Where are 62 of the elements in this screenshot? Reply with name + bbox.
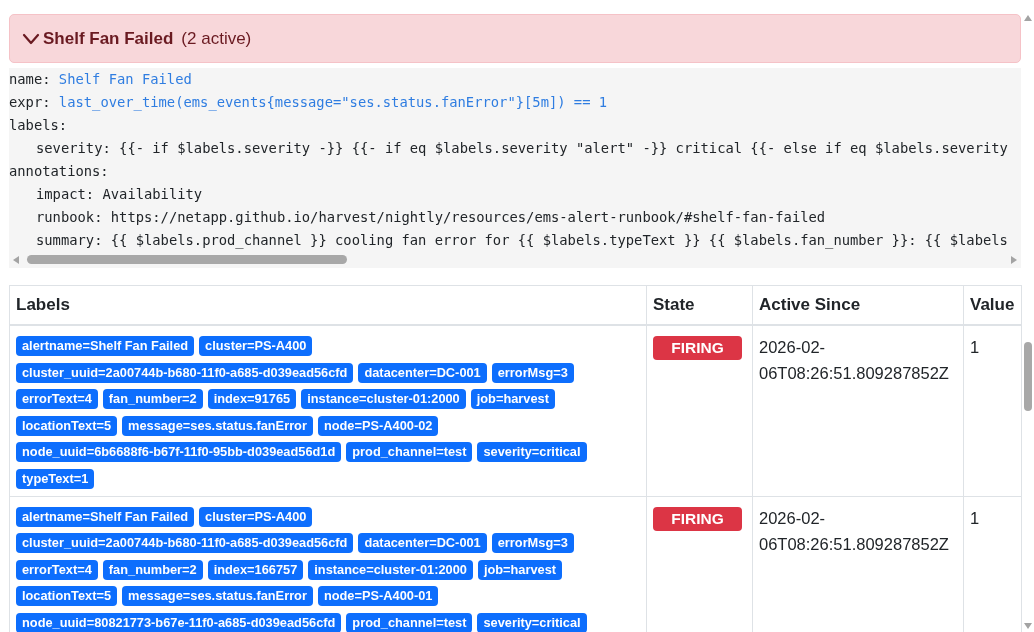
label-tag: cluster_uuid=2a00744b-b680-11f0-a685-d039ead56cfd [16, 362, 354, 383]
label-tag: fan_number=2 [102, 559, 203, 580]
scrollbar-thumb[interactable] [1024, 342, 1032, 411]
yaml-value: https://netapp.github.io/harvest/nightly/resources/ems-alert-runbook/#shelf-fan-failed [110, 209, 826, 225]
label-tag: index=91765 [207, 389, 297, 409]
label-tag: errorMsg=3 [491, 362, 574, 383]
scroll-up-icon[interactable] [1024, 15, 1032, 21]
label-tag: node_uuid=6b6688f6-b67f-11f0-95bb-d039ead56d1d [16, 442, 342, 462]
yaml-key: severity: [36, 140, 111, 156]
label-tag: job=harvest [477, 559, 563, 580]
label-tag: datacenter=DC-001 [358, 362, 487, 383]
label-tag: node=PS-A400-01 [317, 586, 439, 606]
yaml-value: last_over_time(ems_events{message="ses.status.fanError"}[5m]) == 1 [58, 94, 608, 110]
yaml-section-key: annotations: [9, 163, 109, 179]
label-tag: cluster=PS-A400 [199, 336, 313, 356]
column-header: Active Since [752, 285, 964, 325]
label-tag: datacenter=DC-001 [358, 533, 487, 553]
label-tag: node=PS-A400-02 [317, 415, 439, 436]
yaml-value: Availability [102, 186, 203, 202]
yaml-key: expr: [9, 94, 51, 110]
label-tag: message=ses.status.fanError [122, 415, 313, 436]
label-tag: prod_channel=test [346, 612, 473, 632]
label-tag: message=ses.status.fanError [122, 586, 313, 606]
label-tag: cluster_uuid=2a00744b-b680-11f0-a685-d039ead56cfd [16, 533, 354, 553]
label-tag: alertname=Shelf Fan Failed [16, 506, 195, 527]
table-cell: 2026-02-06T08:26:51.809287852Z [752, 325, 964, 496]
column-header: State [646, 285, 753, 325]
label-tag: errorText=4 [16, 389, 98, 409]
scrollbar-thumb[interactable] [27, 255, 347, 264]
label-tag: typeText=1 [16, 468, 95, 489]
yaml-section-key: labels: [9, 117, 68, 133]
yaml-key: summary: [36, 232, 103, 248]
yaml-key: name: [9, 71, 51, 87]
label-tag: fan_number=2 [102, 389, 203, 409]
label-tag: errorMsg=3 [491, 533, 574, 553]
column-header: Value [963, 285, 1022, 325]
scroll-right-icon[interactable] [1011, 256, 1017, 264]
label-tag: locationText=5 [16, 415, 117, 436]
label-tag: alertname=Shelf Fan Failed [16, 336, 195, 356]
label-tag: instance=cluster-01:2000 [301, 389, 466, 409]
yaml-key: runbook: [36, 209, 103, 225]
yaml-value: Shelf Fan Failed [58, 71, 192, 87]
label-tag: prod_channel=test [346, 442, 473, 462]
label-tag: node_uuid=80821773-b67e-11f0-a685-d039ead56cfd [16, 612, 342, 632]
table-cell: 1 [963, 325, 1022, 496]
yaml-key: impact: [36, 186, 95, 202]
scroll-left-icon[interactable] [13, 256, 19, 264]
scroll-down-icon[interactable] [1024, 623, 1032, 629]
label-tag: instance=cluster-01:2000 [308, 559, 473, 580]
yaml-value: {{- if $labels.severity -}} {{- if eq $labels.severity "alert" -}} critical {{- else if eq $labels.severity [119, 140, 1008, 156]
state-tag: FIRING [653, 506, 742, 531]
state-tag: FIRING [653, 336, 742, 360]
label-tag: errorText=4 [16, 559, 98, 580]
label-tag: index=166757 [207, 559, 304, 580]
column-header: Labels [9, 285, 647, 325]
label-tag: job=harvest [470, 389, 555, 409]
label-tag: severity=critical [477, 442, 587, 462]
label-tag: cluster=PS-A400 [199, 506, 313, 527]
yaml-value: {{ $labels.prod_channel }} cooling fan error for {{ $labels.typeText }} {{ $labels.fan_number }}: {{ $labels [110, 232, 1008, 248]
label-tag: locationText=5 [16, 586, 117, 606]
label-tag: severity=critical [477, 612, 587, 632]
alert-group-toggle[interactable]: Shelf Fan Failed (2 active) [9, 14, 1021, 63]
